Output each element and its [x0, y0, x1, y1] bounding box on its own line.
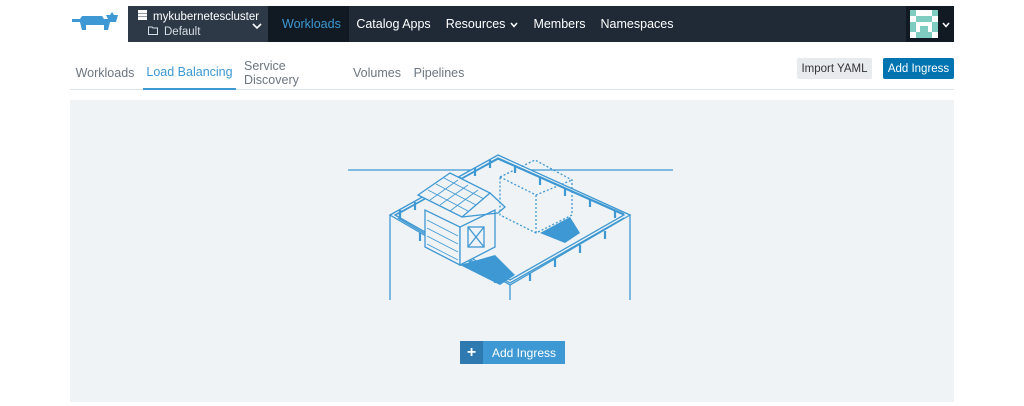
tab-volumes-label: Volumes: [353, 66, 401, 80]
nav-resources-label: Resources: [445, 17, 506, 31]
add-ingress-button[interactable]: Add Ingress: [883, 58, 954, 79]
tab-load-balancing-label: Load Balancing: [146, 65, 233, 79]
tab-workloads[interactable]: Workloads: [70, 56, 140, 90]
tab-pipelines[interactable]: Pipelines: [413, 56, 465, 90]
tab-pipelines-label: Pipelines: [413, 66, 465, 80]
project-name: Default: [164, 26, 201, 38]
cluster-project-switcher[interactable]: mykubernetescluster Default: [128, 6, 268, 42]
nav-members[interactable]: Members: [526, 6, 593, 42]
nav-workloads-label: Workloads: [282, 17, 341, 31]
top-navigation-bar: mykubernetescluster Default Workloads Ca…: [128, 6, 954, 42]
rancher-logo[interactable]: [70, 10, 122, 38]
tab-service-discovery[interactable]: Service Discovery: [244, 56, 340, 90]
cluster-icon: [138, 10, 147, 23]
chevron-down-icon: [510, 17, 519, 31]
nav-catalog-apps[interactable]: Catalog Apps: [349, 6, 438, 42]
avatar: [910, 10, 938, 38]
empty-state-add-ingress-button[interactable]: + Add Ingress: [460, 341, 565, 364]
tab-service-discovery-label: Service Discovery: [244, 59, 299, 87]
chevron-down-icon: [252, 18, 262, 30]
plus-icon: +: [460, 341, 483, 364]
tab-load-balancing[interactable]: Load Balancing: [143, 56, 236, 90]
folder-icon: [148, 26, 158, 38]
empty-state-panel: + Add Ingress: [70, 100, 954, 402]
tab-volumes[interactable]: Volumes: [351, 56, 403, 90]
import-yaml-button[interactable]: Import YAML: [797, 58, 872, 79]
nav-members-label: Members: [533, 17, 586, 31]
tab-workloads-label: Workloads: [75, 66, 135, 80]
nav-catalog-apps-label: Catalog Apps: [356, 17, 431, 31]
nav-resources[interactable]: Resources: [438, 6, 526, 42]
nav-namespaces[interactable]: Namespaces: [593, 6, 681, 42]
farm-illustration: [340, 135, 680, 305]
nav-namespaces-label: Namespaces: [600, 17, 674, 31]
cluster-name: mykubernetescluster: [153, 10, 260, 23]
chevron-down-icon: [942, 15, 950, 33]
user-menu[interactable]: [906, 6, 954, 42]
nav-workloads[interactable]: Workloads: [268, 6, 349, 42]
empty-state-add-ingress-label: Add Ingress: [491, 345, 557, 360]
